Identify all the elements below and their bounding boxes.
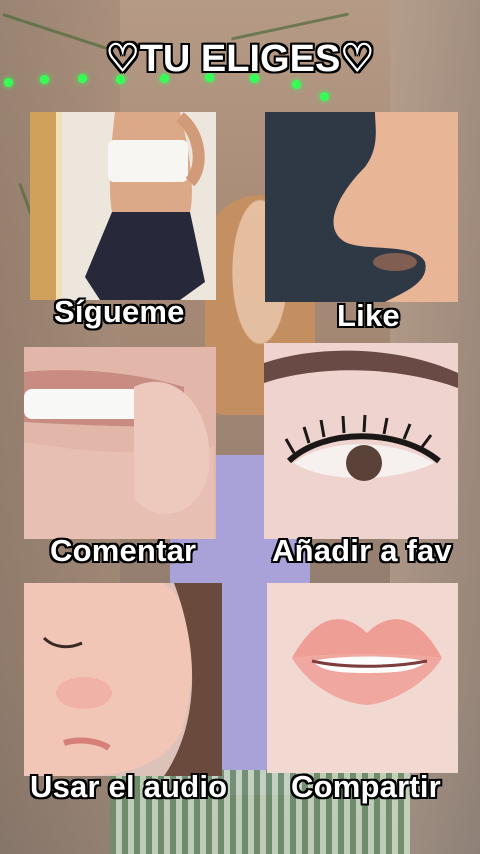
eye-lashes-photo: [264, 343, 458, 539]
option-label: Like: [337, 298, 400, 333]
option-label: Compartir: [291, 769, 441, 804]
option-label: Añadir a fav: [272, 533, 452, 568]
option-tile-add-favorite[interactable]: [264, 343, 458, 539]
face-profile-photo: [24, 583, 222, 776]
lips-photo: [267, 583, 458, 773]
video-frame: ♡TU ELIGES♡ Sígueme Like Comentar Añadir…: [0, 0, 480, 854]
option-label: Usar el audio: [30, 769, 228, 804]
option-tile-comment[interactable]: [24, 347, 216, 539]
option-label: Comentar: [50, 533, 197, 568]
option-label: Sígueme: [54, 294, 185, 329]
torso-photo: [30, 112, 216, 300]
option-tile-follow[interactable]: [30, 112, 216, 300]
option-tile-use-audio[interactable]: [24, 583, 222, 776]
page-title: ♡TU ELIGES♡: [105, 38, 375, 80]
option-tile-like[interactable]: [265, 112, 458, 302]
nose-photo: [265, 112, 458, 302]
option-tile-share[interactable]: [267, 583, 458, 773]
teeth-photo: [24, 347, 216, 539]
